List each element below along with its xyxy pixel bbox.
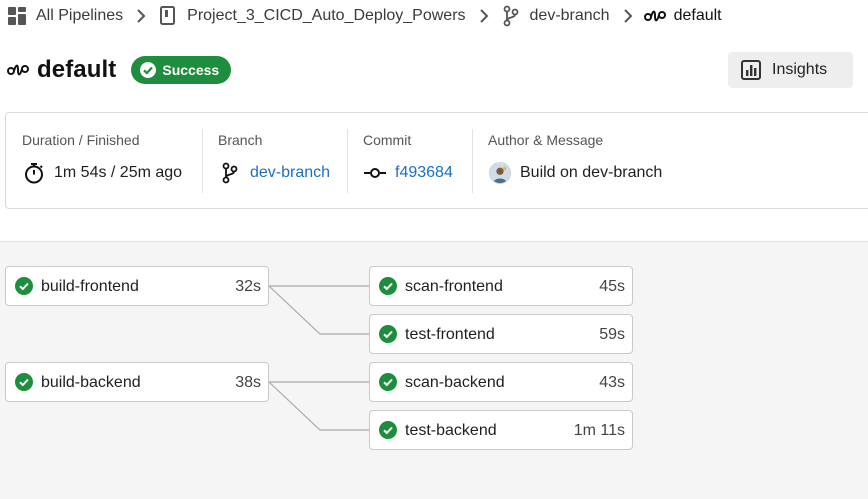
avatar xyxy=(488,161,512,185)
commit-value-row: f493684 xyxy=(363,161,453,185)
success-check-icon xyxy=(379,421,397,439)
divider xyxy=(202,129,203,193)
step-scan-backend[interactable]: scan-backend 43s xyxy=(369,362,633,402)
breadcrumb-branch[interactable]: dev-branch xyxy=(500,5,610,27)
step-duration: 45s xyxy=(599,278,625,295)
step-scan-frontend[interactable]: scan-frontend 45s xyxy=(369,266,633,306)
insights-label: Insights xyxy=(772,61,828,78)
chevron-right-icon xyxy=(131,6,151,26)
success-check-icon xyxy=(15,373,33,391)
duration-label: Duration / Finished xyxy=(22,132,140,148)
breadcrumb-label: default xyxy=(673,7,722,24)
bar-chart-icon xyxy=(740,59,762,81)
insights-button[interactable]: Insights xyxy=(728,52,853,88)
step-duration: 32s xyxy=(235,278,261,295)
step-duration: 38s xyxy=(235,374,261,391)
success-check-icon xyxy=(15,277,33,295)
step-duration: 43s xyxy=(599,374,625,391)
step-test-backend[interactable]: test-backend 1m 11s xyxy=(369,410,633,450)
step-build-backend[interactable]: build-backend 38s xyxy=(5,362,269,402)
step-duration: 1m 11s xyxy=(573,422,625,439)
step-name: build-frontend xyxy=(41,278,139,295)
divider xyxy=(472,129,473,193)
pipeline-icon xyxy=(643,5,666,27)
page-header: default Success xyxy=(6,54,232,86)
success-check-icon xyxy=(379,277,397,295)
chevron-right-icon xyxy=(618,6,638,26)
branch-icon xyxy=(500,5,522,27)
divider xyxy=(347,129,348,193)
commit-link[interactable]: f493684 xyxy=(395,164,453,182)
step-name: scan-frontend xyxy=(405,278,503,295)
step-build-frontend[interactable]: build-frontend 32s xyxy=(5,266,269,306)
pipeline-icon xyxy=(6,58,30,82)
status-badge: Success xyxy=(131,56,232,84)
breadcrumb-label: All Pipelines xyxy=(36,7,124,24)
step-name: test-frontend xyxy=(405,326,495,343)
duration-value: 1m 54s / 25m ago xyxy=(54,164,183,181)
breadcrumb: All Pipelines Project_3_CICD_Auto_Deploy… xyxy=(6,4,722,28)
step-test-frontend[interactable]: test-frontend 59s xyxy=(369,314,633,354)
success-check-icon xyxy=(379,373,397,391)
author-value-row: Build on dev-branch xyxy=(488,161,662,185)
breadcrumb-pipeline: default xyxy=(643,5,722,27)
branch-link[interactable]: dev-branch xyxy=(250,164,330,182)
branch-value-row: dev-branch xyxy=(218,161,330,185)
success-check-icon xyxy=(379,325,397,343)
check-circle-icon xyxy=(139,61,157,79)
stopwatch-icon xyxy=(22,161,46,185)
breadcrumb-repository[interactable]: Project_3_CICD_Auto_Deploy_Powers xyxy=(157,5,466,27)
breadcrumb-label: Project_3_CICD_Auto_Deploy_Powers xyxy=(187,7,466,24)
breadcrumb-label: dev-branch xyxy=(529,7,610,24)
execution-summary: Duration / Finished 1m 54s / 25m ago Bra… xyxy=(5,112,868,209)
commit-icon xyxy=(363,161,387,185)
step-name: build-backend xyxy=(41,374,141,391)
step-name: test-backend xyxy=(405,422,497,439)
step-name: scan-backend xyxy=(405,374,505,391)
author-message: Build on dev-branch xyxy=(520,164,663,181)
status-label: Success xyxy=(162,62,220,78)
pipeline-graph: build-frontend 32s scan-frontend 45s tes… xyxy=(0,241,868,499)
breadcrumb-all-pipelines[interactable]: All Pipelines xyxy=(6,5,123,27)
commit-label: Commit xyxy=(363,132,412,148)
duration-value-row: 1m 54s / 25m ago xyxy=(22,161,182,185)
pipelines-grid-icon xyxy=(6,5,28,27)
page-title: default xyxy=(37,56,117,83)
repository-icon xyxy=(157,5,179,27)
step-duration: 59s xyxy=(599,326,625,343)
chevron-right-icon xyxy=(474,6,494,26)
branch-label: Branch xyxy=(218,132,263,148)
author-label: Author & Message xyxy=(488,132,604,148)
branch-icon xyxy=(218,161,242,185)
